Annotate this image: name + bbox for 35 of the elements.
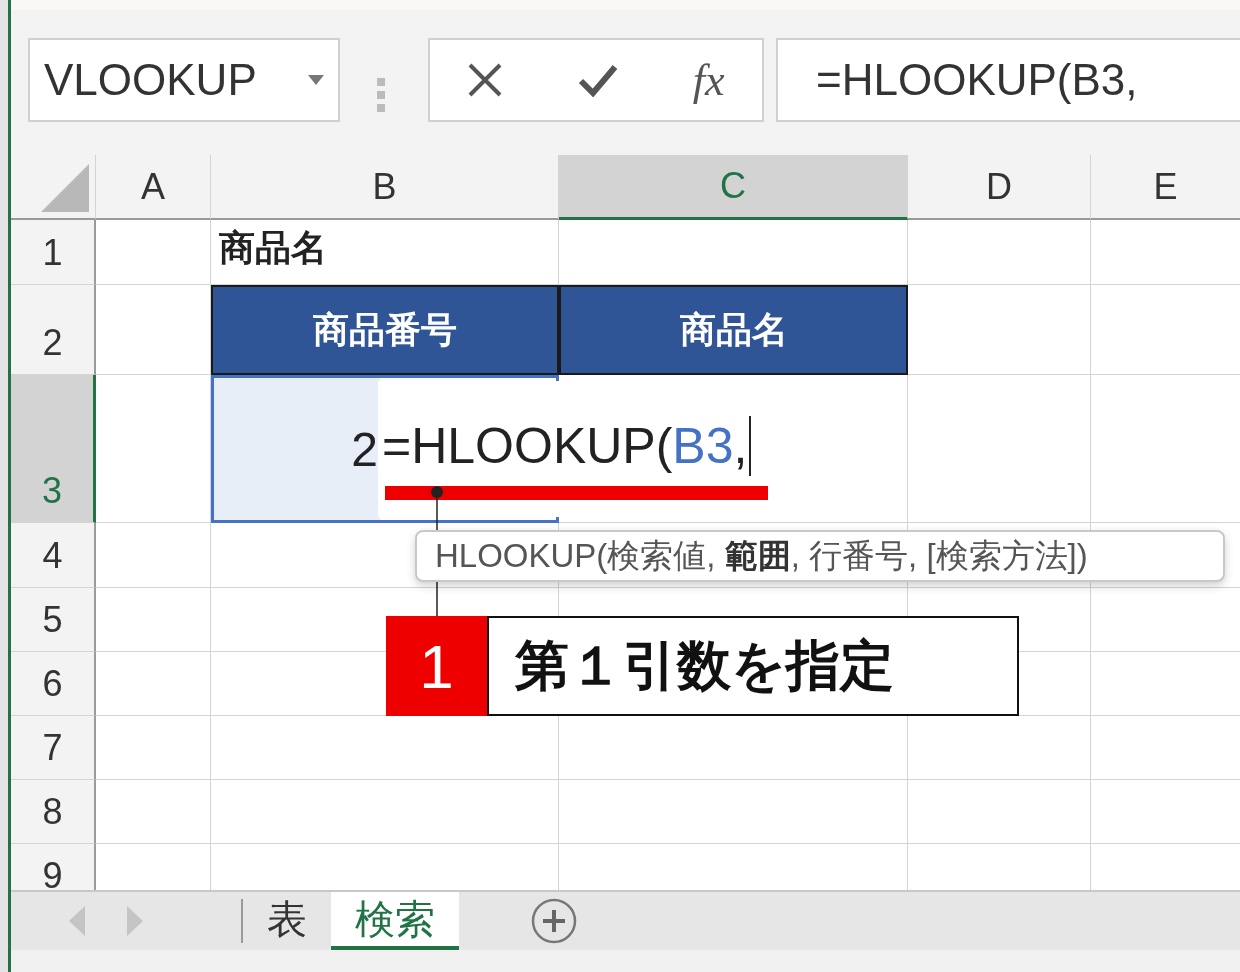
formula-bar[interactable]: =HLOOKUP(B3, (776, 38, 1240, 122)
dropdown-caret-icon[interactable] (308, 75, 324, 85)
row-header[interactable]: 5 (11, 588, 96, 652)
function-tooltip: HLOOKUP(検索値, 範囲, 行番号, [検索方法]) (415, 530, 1225, 582)
checkmark-icon[interactable] (578, 63, 619, 97)
row-header[interactable]: 2 (11, 285, 96, 375)
row-header[interactable]: 1 (11, 220, 96, 285)
table-cell[interactable]: 商品名 (559, 285, 908, 375)
table-cell[interactable]: 商品番号 (211, 285, 559, 375)
next-sheet-icon[interactable] (127, 906, 143, 936)
select-all-button[interactable] (11, 155, 96, 220)
step-number: 1 (386, 616, 487, 716)
column-header[interactable]: E (1091, 155, 1240, 220)
sheet-tab[interactable]: 検索 (331, 892, 459, 950)
insert-function-button[interactable]: fx (692, 54, 725, 106)
row-header[interactable]: 6 (11, 652, 96, 716)
row-header[interactable]: 7 (11, 716, 96, 780)
table-cell[interactable]: 2 (214, 378, 380, 520)
column-header[interactable]: A (96, 155, 211, 220)
select-all-icon[interactable] (41, 164, 89, 212)
column-header[interactable]: B (211, 155, 559, 220)
row-header[interactable]: 4 (11, 523, 96, 588)
row-header[interactable]: 3 (11, 375, 96, 523)
drag-handle-icon[interactable] (376, 77, 386, 112)
row-header[interactable]: 8 (11, 780, 96, 844)
sheet-tab[interactable]: 表 (243, 892, 331, 950)
name-box[interactable]: VLOOKUP (28, 38, 340, 122)
step-label: 第１引数を指定 (487, 616, 1019, 716)
column-header[interactable]: D (908, 155, 1091, 220)
previous-sheet-icon[interactable] (69, 906, 85, 936)
table-cell[interactable]: 商品名 (211, 220, 559, 285)
name-box-value: VLOOKUP (44, 55, 257, 105)
row-header[interactable]: 9 (11, 844, 96, 890)
column-header[interactable]: C (559, 155, 908, 220)
cancel-icon[interactable] (467, 62, 504, 98)
